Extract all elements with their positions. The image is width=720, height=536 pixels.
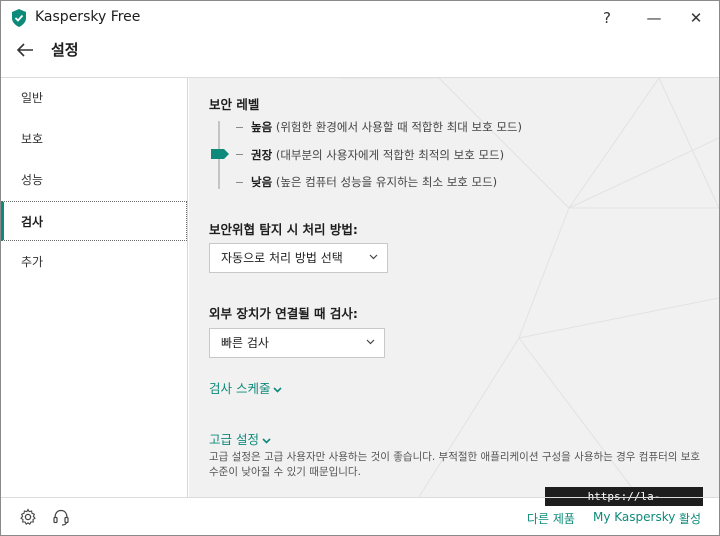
sidebar-item-performance[interactable]: 성능 bbox=[1, 160, 187, 200]
back-arrow-icon[interactable] bbox=[13, 39, 37, 61]
sidebar: 일반 보호 성능 검사 추가 bbox=[1, 78, 188, 497]
sidebar-item-scan[interactable]: 검사 bbox=[1, 201, 187, 241]
threat-action-value: 자동으로 처리 방법 선택 bbox=[221, 251, 343, 265]
advanced-settings-label: 고급 설정 bbox=[209, 432, 259, 447]
level-tick-recommended bbox=[236, 154, 243, 155]
title-bar: Kaspersky Free ? — ✕ bbox=[1, 1, 719, 35]
minimize-button[interactable]: — bbox=[637, 5, 671, 31]
chevron-down-icon bbox=[369, 254, 378, 260]
headset-icon[interactable] bbox=[51, 507, 71, 527]
security-level-recommended[interactable]: 권장 (대부분의 사용자에게 적합한 최적의 보호 모드) bbox=[251, 147, 504, 163]
app-title: Kaspersky Free bbox=[35, 9, 141, 25]
level-tick-low bbox=[236, 182, 243, 183]
level-high-desc: (위험한 환경에서 사용할 때 적합한 최대 보호 모드) bbox=[272, 120, 522, 134]
chevron-down-icon bbox=[273, 386, 283, 393]
app-window: Kaspersky Free ? — ✕ 설정 일반 보호 성능 검사 추가 보… bbox=[0, 0, 720, 536]
threat-action-dropdown[interactable]: 자동으로 처리 방법 선택 bbox=[209, 243, 388, 273]
level-recommended-desc: (대부분의 사용자에게 적합한 최적의 보호 모드) bbox=[272, 148, 505, 162]
level-low-desc: (높은 컴퓨터 성능을 유지하는 최소 보호 모드) bbox=[272, 175, 498, 189]
chevron-down-icon bbox=[366, 339, 375, 345]
external-device-heading: 외부 장치가 연결될 때 검사: bbox=[209, 306, 358, 321]
sidebar-item-additional[interactable]: 추가 bbox=[1, 242, 187, 282]
advanced-settings-link[interactable]: 고급 설정 bbox=[209, 429, 271, 448]
external-device-value: 빠른 검사 bbox=[221, 336, 269, 350]
scan-schedule-link[interactable]: 검사 스케줄 bbox=[209, 378, 283, 397]
level-high-name: 높음 bbox=[251, 120, 273, 134]
level-low-name: 낮음 bbox=[251, 175, 273, 189]
my-kaspersky-link[interactable]: My Kaspersky bbox=[593, 510, 675, 524]
footer-divider bbox=[1, 497, 719, 498]
external-device-dropdown[interactable]: 빠른 검사 bbox=[209, 328, 385, 358]
sidebar-item-general[interactable]: 일반 bbox=[1, 78, 187, 118]
security-level-low[interactable]: 낮음 (높은 컴퓨터 성능을 유지하는 최소 보호 모드) bbox=[251, 174, 497, 190]
advanced-settings-description: 고급 설정은 고급 사용자만 사용하는 것이 좋습니다. 부적절한 애플리케이션… bbox=[209, 451, 701, 478]
security-level-heading: 보안 레벨 bbox=[209, 97, 260, 112]
activate-link[interactable]: 활성 bbox=[679, 510, 701, 527]
main-panel: 보안 레벨 높음 (위험한 환경에서 사용할 때 적합한 최대 보호 모드) 권… bbox=[189, 78, 719, 497]
kaspersky-shield-icon bbox=[12, 9, 26, 27]
threat-action-heading: 보안위협 탐지 시 처리 방법: bbox=[209, 222, 358, 237]
security-level-slider-handle[interactable] bbox=[211, 149, 229, 159]
chevron-down-icon bbox=[262, 437, 271, 444]
level-tick-high bbox=[236, 127, 243, 128]
scan-schedule-label: 검사 스케줄 bbox=[209, 381, 271, 396]
sidebar-item-protection[interactable]: 보호 bbox=[1, 119, 187, 159]
level-recommended-name: 권장 bbox=[251, 148, 273, 162]
gear-icon[interactable] bbox=[18, 507, 38, 527]
help-button[interactable]: ? bbox=[590, 5, 624, 31]
close-button[interactable]: ✕ bbox=[679, 5, 713, 31]
page-title: 설정 bbox=[51, 41, 79, 59]
security-level-high[interactable]: 높음 (위험한 환경에서 사용할 때 적합한 최대 보호 모드) bbox=[251, 119, 522, 135]
other-products-link[interactable]: 다른 제품 bbox=[527, 510, 575, 527]
